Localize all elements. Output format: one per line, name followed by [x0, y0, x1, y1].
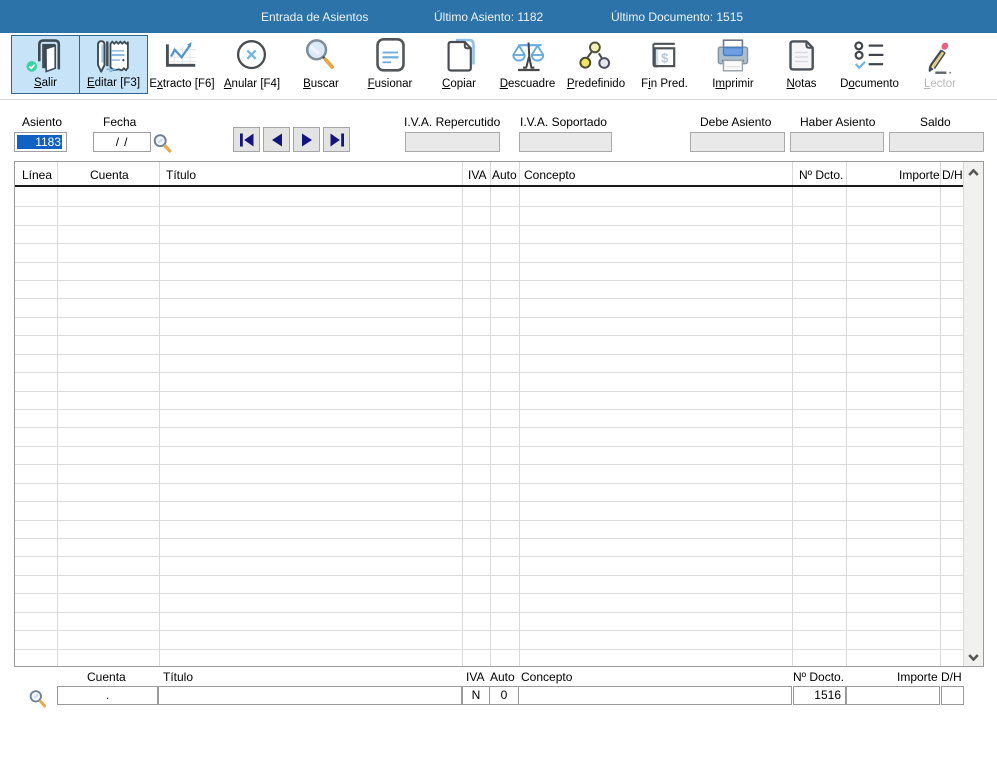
svg-text:$: $ — [661, 50, 669, 65]
